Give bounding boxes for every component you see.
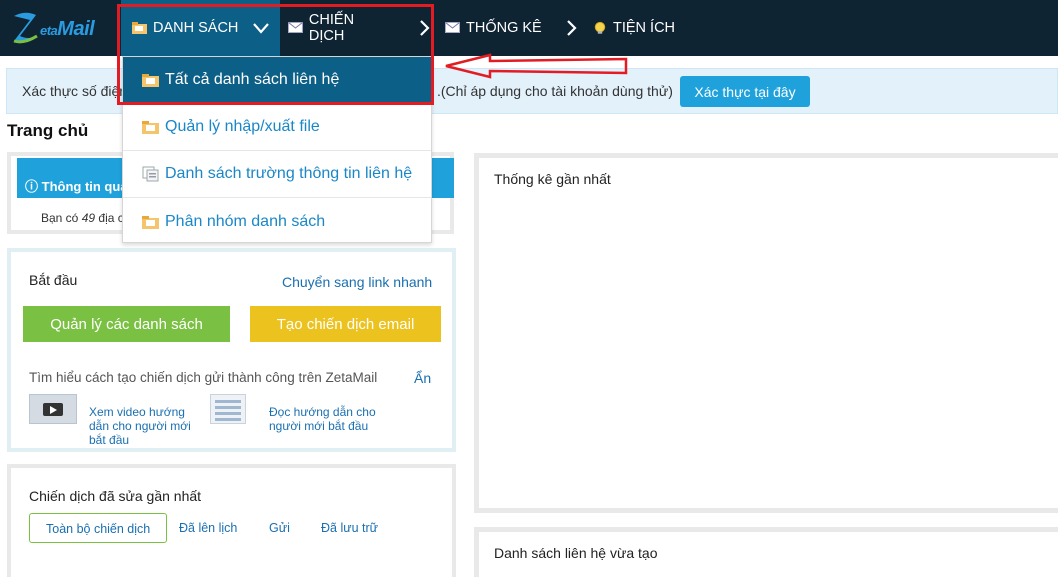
video-thumbnail[interactable] <box>29 394 77 424</box>
nav-danh-sach[interactable]: DANH SÁCH <box>121 0 280 56</box>
tab-scheduled[interactable]: Đã lên lịch <box>179 513 237 543</box>
read-guide-link[interactable]: Đọc hướng dẫn cho người mới bắt đầu <box>269 405 384 433</box>
video-guide-link[interactable]: Xem video hướng dẫn cho người mới bắt đầ… <box>89 405 194 447</box>
chevron-right-icon[interactable] <box>562 19 580 37</box>
menu-item-label: Phân nhóm danh sách <box>165 212 326 230</box>
chevron-down-icon[interactable] <box>252 19 270 37</box>
manage-lists-button[interactable]: Quản lý các danh sách <box>23 306 230 342</box>
quick-link[interactable]: Chuyển sang link nhanh <box>282 274 432 290</box>
start-panel: Bắt đầu Chuyển sang link nhanh Quản lý c… <box>7 248 456 452</box>
top-navbar: etaMail DANH SÁCH CHIẾN DỊCH THỐNG KÊ TI… <box>0 0 1058 56</box>
create-campaign-button[interactable]: Tạo chiến dịch email <box>250 306 441 342</box>
folder-icon <box>142 74 159 87</box>
tab-all-campaigns[interactable]: Toàn bộ chiến dịch <box>29 513 168 543</box>
recent-panel-title: Danh sách liên hệ vừa tạo <box>494 545 658 561</box>
danh-sach-dropdown: Tất cả danh sách liên hệ Quản lý nhập/xu… <box>122 56 432 243</box>
recent-contacts-panel: Danh sách liên hệ vừa tạo <box>474 527 1058 577</box>
chevron-right-icon[interactable] <box>415 19 433 37</box>
nav-label: THỐNG KÊ <box>466 20 542 36</box>
tab-sent[interactable]: Gửi <box>269 513 290 543</box>
logo-z-icon <box>13 12 38 44</box>
start-title: Bắt đầu <box>29 272 78 288</box>
menu-item-label: Tất cả danh sách liên hệ <box>165 71 340 88</box>
menu-item-all-contact-lists[interactable]: Tất cả danh sách liên hệ <box>123 57 431 104</box>
nav-label: DANH SÁCH <box>153 20 239 36</box>
nav-label: CHIẾN DỊCH <box>308 12 355 44</box>
folder-icon <box>142 121 159 134</box>
list-icon <box>142 166 159 182</box>
info-suffix: địa c <box>98 211 124 225</box>
recent-stats-panel: Thống kê gần nhất <box>474 153 1058 513</box>
nav-tien-ich[interactable]: TIỆN ÍCH <box>592 0 692 56</box>
info-icon: ⓘ <box>25 179 42 194</box>
menu-item-group-lists[interactable]: Phân nhóm danh sách <box>123 198 431 245</box>
menu-item-label: Quản lý nhập/xuất file <box>165 118 320 135</box>
stats-panel-title: Thống kê gần nhất <box>494 171 611 187</box>
page-title: Trang chủ <box>7 121 89 140</box>
nav-chien-dich[interactable]: CHIẾN DỊCH <box>288 0 433 56</box>
info-prefix: Bạn có <box>41 211 79 225</box>
folder-icon <box>142 215 159 229</box>
menu-item-label: Danh sách trường thông tin liên hệ <box>165 165 413 182</box>
logo-wordmark: etaMail <box>40 18 95 40</box>
learn-text: Tìm hiểu cách tạo chiến dịch gửi thành c… <box>29 370 378 385</box>
info-panel-body: Bạn có 49 địa c <box>41 211 124 225</box>
bulb-icon <box>594 21 606 34</box>
hide-link[interactable]: Ẩn <box>414 370 431 386</box>
folder-icon <box>132 22 147 34</box>
verify-button[interactable]: Xác thực tại đây <box>680 76 810 107</box>
notice-text-trailing: .(Chỉ áp dụng cho tài khoản dùng thử) <box>437 83 673 99</box>
zetamail-logo[interactable]: etaMail <box>10 8 105 48</box>
recent-campaign-panel: Chiến dịch đã sửa gần nhất Toàn bộ chiến… <box>7 464 456 577</box>
info-count: 49 <box>81 211 96 225</box>
nav-thong-ke[interactable]: THỐNG KÊ <box>445 0 585 56</box>
notice-text: Xác thực số điện <box>22 83 128 99</box>
campaign-panel-title: Chiến dịch đã sửa gần nhất <box>29 488 202 504</box>
mail-icon <box>445 22 460 33</box>
guide-thumbnail[interactable] <box>210 394 246 424</box>
menu-item-import-export[interactable]: Quản lý nhập/xuất file <box>123 104 431 151</box>
tab-archived[interactable]: Đã lưu trữ <box>321 513 378 543</box>
mail-icon <box>288 22 303 33</box>
menu-item-contact-fields[interactable]: Danh sách trường thông tin liên hệ <box>123 151 431 198</box>
nav-label: TIỆN ÍCH <box>613 20 676 36</box>
play-icon <box>43 403 63 416</box>
